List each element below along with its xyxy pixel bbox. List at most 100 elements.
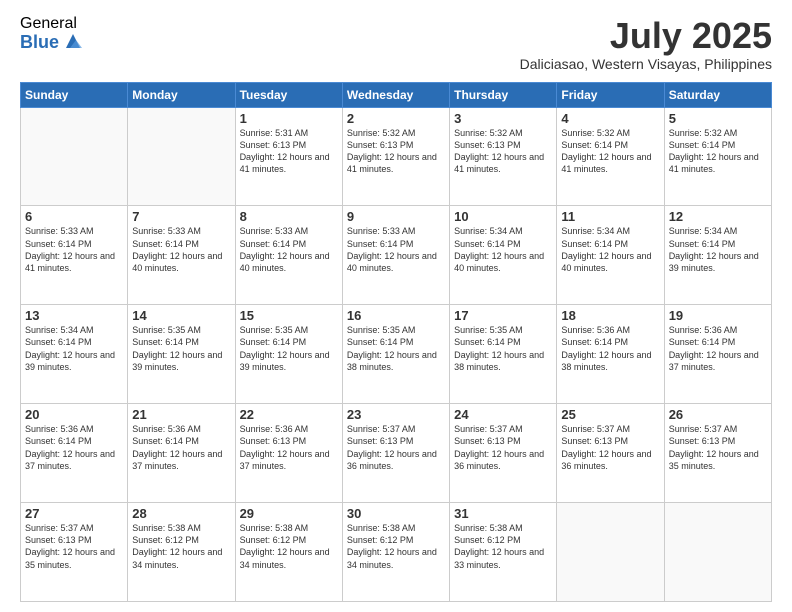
col-saturday: Saturday	[664, 82, 771, 107]
logo-text: General Blue	[20, 16, 84, 52]
day-info: Sunrise: 5:35 AM Sunset: 6:14 PM Dayligh…	[454, 324, 552, 373]
logo-icon	[62, 30, 84, 52]
table-row: 17Sunrise: 5:35 AM Sunset: 6:14 PM Dayli…	[450, 305, 557, 404]
day-info: Sunrise: 5:35 AM Sunset: 6:14 PM Dayligh…	[132, 324, 230, 373]
location: Daliciasao, Western Visayas, Philippines	[520, 56, 772, 72]
table-row: 25Sunrise: 5:37 AM Sunset: 6:13 PM Dayli…	[557, 404, 664, 503]
day-info: Sunrise: 5:33 AM Sunset: 6:14 PM Dayligh…	[25, 225, 123, 274]
day-number: 21	[132, 407, 230, 422]
day-info: Sunrise: 5:34 AM Sunset: 6:14 PM Dayligh…	[561, 225, 659, 274]
day-number: 2	[347, 111, 445, 126]
day-info: Sunrise: 5:33 AM Sunset: 6:14 PM Dayligh…	[240, 225, 338, 274]
day-info: Sunrise: 5:37 AM Sunset: 6:13 PM Dayligh…	[454, 423, 552, 472]
table-row: 21Sunrise: 5:36 AM Sunset: 6:14 PM Dayli…	[128, 404, 235, 503]
col-friday: Friday	[557, 82, 664, 107]
day-info: Sunrise: 5:38 AM Sunset: 6:12 PM Dayligh…	[454, 522, 552, 571]
day-info: Sunrise: 5:34 AM Sunset: 6:14 PM Dayligh…	[25, 324, 123, 373]
table-row: 27Sunrise: 5:37 AM Sunset: 6:13 PM Dayli…	[21, 503, 128, 602]
day-info: Sunrise: 5:37 AM Sunset: 6:13 PM Dayligh…	[561, 423, 659, 472]
day-number: 8	[240, 209, 338, 224]
col-tuesday: Tuesday	[235, 82, 342, 107]
day-number: 29	[240, 506, 338, 521]
day-info: Sunrise: 5:38 AM Sunset: 6:12 PM Dayligh…	[240, 522, 338, 571]
logo-blue: Blue	[20, 33, 59, 51]
day-info: Sunrise: 5:38 AM Sunset: 6:12 PM Dayligh…	[132, 522, 230, 571]
day-number: 10	[454, 209, 552, 224]
table-row: 26Sunrise: 5:37 AM Sunset: 6:13 PM Dayli…	[664, 404, 771, 503]
day-info: Sunrise: 5:32 AM Sunset: 6:13 PM Dayligh…	[454, 127, 552, 176]
logo: General Blue	[20, 16, 84, 52]
day-number: 30	[347, 506, 445, 521]
day-info: Sunrise: 5:37 AM Sunset: 6:13 PM Dayligh…	[25, 522, 123, 571]
day-info: Sunrise: 5:31 AM Sunset: 6:13 PM Dayligh…	[240, 127, 338, 176]
day-number: 17	[454, 308, 552, 323]
day-number: 13	[25, 308, 123, 323]
day-info: Sunrise: 5:33 AM Sunset: 6:14 PM Dayligh…	[132, 225, 230, 274]
day-number: 18	[561, 308, 659, 323]
table-row: 9Sunrise: 5:33 AM Sunset: 6:14 PM Daylig…	[342, 206, 449, 305]
table-row: 4Sunrise: 5:32 AM Sunset: 6:14 PM Daylig…	[557, 107, 664, 206]
calendar-week-row: 6Sunrise: 5:33 AM Sunset: 6:14 PM Daylig…	[21, 206, 772, 305]
table-row: 19Sunrise: 5:36 AM Sunset: 6:14 PM Dayli…	[664, 305, 771, 404]
day-number: 26	[669, 407, 767, 422]
header: General Blue July 2025 Daliciasao, Weste…	[20, 16, 772, 72]
day-number: 6	[25, 209, 123, 224]
day-number: 27	[25, 506, 123, 521]
month-year: July 2025	[520, 16, 772, 56]
table-row	[128, 107, 235, 206]
day-number: 5	[669, 111, 767, 126]
day-number: 28	[132, 506, 230, 521]
day-number: 16	[347, 308, 445, 323]
day-number: 11	[561, 209, 659, 224]
table-row: 6Sunrise: 5:33 AM Sunset: 6:14 PM Daylig…	[21, 206, 128, 305]
day-number: 3	[454, 111, 552, 126]
calendar-header-row: Sunday Monday Tuesday Wednesday Thursday…	[21, 82, 772, 107]
table-row: 23Sunrise: 5:37 AM Sunset: 6:13 PM Dayli…	[342, 404, 449, 503]
day-number: 25	[561, 407, 659, 422]
day-number: 4	[561, 111, 659, 126]
table-row: 3Sunrise: 5:32 AM Sunset: 6:13 PM Daylig…	[450, 107, 557, 206]
table-row: 22Sunrise: 5:36 AM Sunset: 6:13 PM Dayli…	[235, 404, 342, 503]
table-row: 8Sunrise: 5:33 AM Sunset: 6:14 PM Daylig…	[235, 206, 342, 305]
day-info: Sunrise: 5:37 AM Sunset: 6:13 PM Dayligh…	[347, 423, 445, 472]
table-row: 29Sunrise: 5:38 AM Sunset: 6:12 PM Dayli…	[235, 503, 342, 602]
calendar-table: Sunday Monday Tuesday Wednesday Thursday…	[20, 82, 772, 602]
day-number: 31	[454, 506, 552, 521]
table-row: 31Sunrise: 5:38 AM Sunset: 6:12 PM Dayli…	[450, 503, 557, 602]
table-row	[557, 503, 664, 602]
title-section: July 2025 Daliciasao, Western Visayas, P…	[520, 16, 772, 72]
day-info: Sunrise: 5:36 AM Sunset: 6:14 PM Dayligh…	[669, 324, 767, 373]
table-row	[664, 503, 771, 602]
day-info: Sunrise: 5:36 AM Sunset: 6:14 PM Dayligh…	[25, 423, 123, 472]
day-info: Sunrise: 5:36 AM Sunset: 6:14 PM Dayligh…	[561, 324, 659, 373]
table-row: 15Sunrise: 5:35 AM Sunset: 6:14 PM Dayli…	[235, 305, 342, 404]
day-info: Sunrise: 5:33 AM Sunset: 6:14 PM Dayligh…	[347, 225, 445, 274]
day-number: 12	[669, 209, 767, 224]
table-row: 28Sunrise: 5:38 AM Sunset: 6:12 PM Dayli…	[128, 503, 235, 602]
table-row: 11Sunrise: 5:34 AM Sunset: 6:14 PM Dayli…	[557, 206, 664, 305]
calendar-week-row: 20Sunrise: 5:36 AM Sunset: 6:14 PM Dayli…	[21, 404, 772, 503]
table-row: 5Sunrise: 5:32 AM Sunset: 6:14 PM Daylig…	[664, 107, 771, 206]
day-number: 24	[454, 407, 552, 422]
day-number: 19	[669, 308, 767, 323]
table-row: 1Sunrise: 5:31 AM Sunset: 6:13 PM Daylig…	[235, 107, 342, 206]
day-number: 1	[240, 111, 338, 126]
table-row: 20Sunrise: 5:36 AM Sunset: 6:14 PM Dayli…	[21, 404, 128, 503]
day-info: Sunrise: 5:37 AM Sunset: 6:13 PM Dayligh…	[669, 423, 767, 472]
day-info: Sunrise: 5:35 AM Sunset: 6:14 PM Dayligh…	[240, 324, 338, 373]
day-info: Sunrise: 5:36 AM Sunset: 6:14 PM Dayligh…	[132, 423, 230, 472]
col-monday: Monday	[128, 82, 235, 107]
day-info: Sunrise: 5:36 AM Sunset: 6:13 PM Dayligh…	[240, 423, 338, 472]
calendar-week-row: 27Sunrise: 5:37 AM Sunset: 6:13 PM Dayli…	[21, 503, 772, 602]
table-row: 7Sunrise: 5:33 AM Sunset: 6:14 PM Daylig…	[128, 206, 235, 305]
table-row	[21, 107, 128, 206]
table-row: 12Sunrise: 5:34 AM Sunset: 6:14 PM Dayli…	[664, 206, 771, 305]
col-thursday: Thursday	[450, 82, 557, 107]
day-number: 23	[347, 407, 445, 422]
day-number: 7	[132, 209, 230, 224]
table-row: 13Sunrise: 5:34 AM Sunset: 6:14 PM Dayli…	[21, 305, 128, 404]
calendar-week-row: 13Sunrise: 5:34 AM Sunset: 6:14 PM Dayli…	[21, 305, 772, 404]
day-number: 20	[25, 407, 123, 422]
day-number: 9	[347, 209, 445, 224]
page: General Blue July 2025 Daliciasao, Weste…	[0, 0, 792, 612]
